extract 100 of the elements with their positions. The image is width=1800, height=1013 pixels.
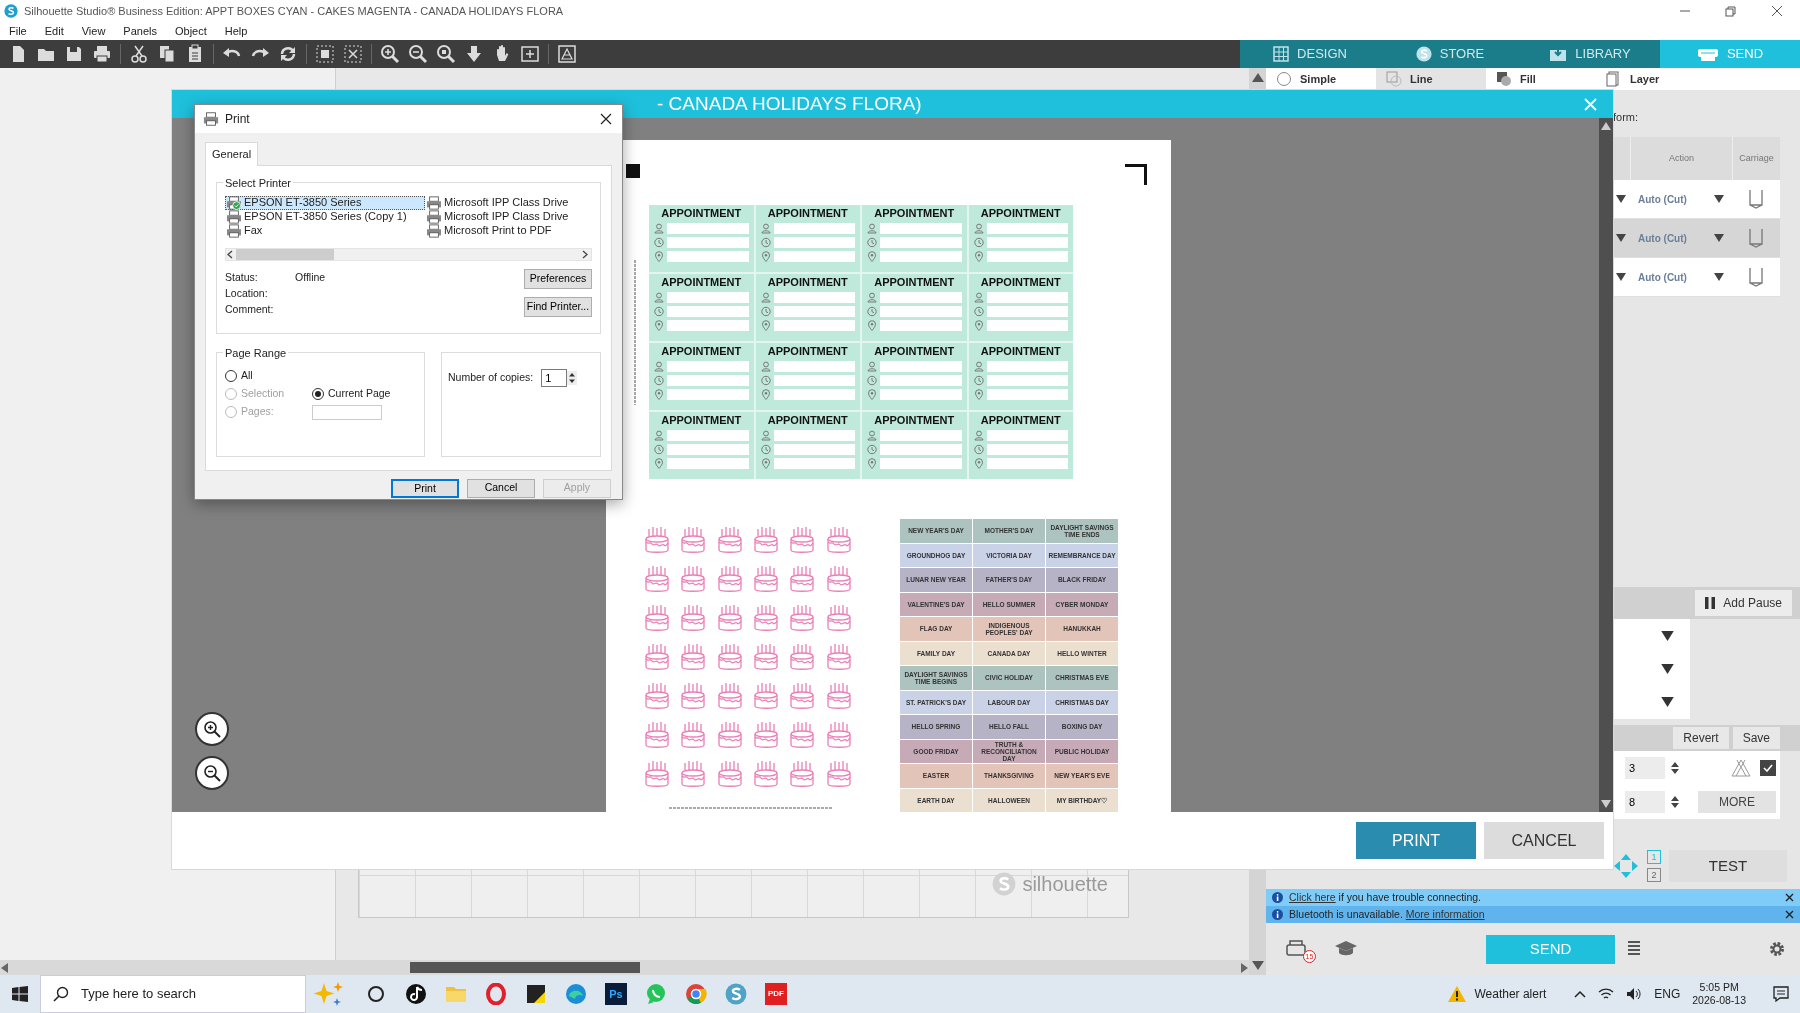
horizontal-scrollbar[interactable] <box>225 247 592 261</box>
test-button[interactable]: TEST <box>1669 850 1787 882</box>
printer-item[interactable]: Microsoft IPP Class Drive <box>425 195 597 210</box>
pages-field[interactable] <box>312 404 382 420</box>
radio-circle[interactable] <box>225 370 237 382</box>
start-icon[interactable] <box>12 986 28 1002</box>
add-pause-button[interactable]: Add Pause <box>1695 590 1792 616</box>
notification-icon[interactable] <box>1772 985 1790 1003</box>
save-icon[interactable] <box>64 44 84 64</box>
list-icon[interactable] <box>1627 940 1641 958</box>
swirl-icon[interactable] <box>565 983 587 1005</box>
style-tab[interactable]: Line <box>1376 68 1486 90</box>
radio-option[interactable]: Current Page <box>312 386 422 402</box>
dropdown-caret-icon[interactable] <box>1714 234 1724 242</box>
clock-time[interactable]: 5:05 PM <box>1692 981 1746 994</box>
frame-icon[interactable] <box>520 44 540 64</box>
ungroup-icon[interactable] <box>343 44 363 64</box>
radio-circle[interactable] <box>312 388 324 400</box>
save-button[interactable]: Save <box>1732 727 1780 749</box>
zoom-out-icon[interactable] <box>203 764 221 782</box>
zoom-box-icon[interactable] <box>436 44 456 64</box>
vertical-scrollbar[interactable] <box>1599 118 1613 812</box>
number-field[interactable]: 3 <box>1625 757 1665 779</box>
rotate-icon[interactable] <box>278 44 298 64</box>
dialog-button[interactable]: Cancel <box>467 478 535 498</box>
checkbox[interactable] <box>1760 760 1776 776</box>
dialog-button[interactable]: Print <box>391 478 459 498</box>
restore-icon[interactable] <box>1723 5 1739 17</box>
printer-item[interactable]: Microsoft Print to PDF <box>425 223 597 238</box>
down-arrow-icon[interactable] <box>464 44 484 64</box>
zoom-in-icon[interactable] <box>203 720 221 738</box>
menu-item[interactable]: Help <box>215 22 257 40</box>
zoom-out-button[interactable] <box>195 756 229 790</box>
wheel-icon[interactable] <box>685 983 707 1005</box>
page-number[interactable]: 2 <box>1647 868 1661 882</box>
speaker-icon[interactable] <box>1626 987 1643 1001</box>
group-icon[interactable] <box>315 44 335 64</box>
more-button[interactable]: MORE <box>1698 791 1776 813</box>
menu-item[interactable]: Edit <box>35 22 73 40</box>
search-bar[interactable]: Type here to search <box>40 975 306 1013</box>
menu-item[interactable]: Object <box>166 22 216 40</box>
zoom-in-icon[interactable] <box>380 44 400 64</box>
spinner-arrows-icon[interactable] <box>567 370 578 385</box>
search-field[interactable]: Type here to search <box>79 983 299 1005</box>
settings-icon[interactable] <box>1768 940 1786 958</box>
warning-icon[interactable] <box>1448 986 1467 1002</box>
chevron-up-icon[interactable] <box>1574 990 1587 998</box>
notice-link[interactable]: Click here <box>1289 890 1336 903</box>
printer-item[interactable]: EPSON ET-3850 Series (Copy 1) <box>225 209 425 224</box>
dropdown-caret-icon[interactable] <box>1714 273 1724 281</box>
preferences-button[interactable]: Preferences <box>524 268 592 289</box>
menu-item[interactable]: Panels <box>114 22 166 40</box>
close-icon[interactable] <box>600 113 612 125</box>
dropdown-caret-icon[interactable] <box>1661 664 1674 674</box>
horizontal-scrollbar[interactable] <box>0 960 1249 975</box>
circle-icon[interactable] <box>365 983 387 1005</box>
printer-item[interactable]: EPSON ET-3850 Series <box>225 195 425 210</box>
dropdown-caret-icon[interactable] <box>1661 630 1674 641</box>
spinner-arrows-icon[interactable] <box>1671 761 1679 775</box>
cancel-button[interactable]: CANCEL <box>1484 822 1604 859</box>
notice-link[interactable]: More information <box>1405 907 1485 920</box>
down-arrow-icon[interactable] <box>1601 800 1611 808</box>
app-icon[interactable]: PDF <box>765 983 787 1005</box>
mode-tab[interactable]: STORE <box>1380 40 1520 68</box>
caret-icon[interactable] <box>1616 273 1626 281</box>
close-icon[interactable] <box>1785 893 1794 902</box>
wifi-icon[interactable] <box>1598 987 1615 1001</box>
s-logo-icon[interactable] <box>725 983 747 1005</box>
print-icon[interactable] <box>92 44 112 64</box>
print-button[interactable]: PRINT <box>1356 822 1476 859</box>
up-arrow-icon[interactable] <box>1251 72 1264 82</box>
caret-icon[interactable] <box>1616 234 1626 242</box>
scissors-icon[interactable] <box>129 44 149 64</box>
left-arrow-icon[interactable] <box>0 962 10 973</box>
copies-field[interactable]: 1 <box>541 368 568 387</box>
printer-item[interactable]: Microsoft IPP Class Drive <box>425 209 597 224</box>
mode-tab[interactable]: LIBRARY <box>1520 40 1660 68</box>
close-icon[interactable] <box>1769 5 1785 17</box>
menu-item[interactable]: View <box>72 22 115 40</box>
action-row[interactable]: Auto (Cut) <box>1613 258 1780 297</box>
zoom-in-button[interactable] <box>195 712 229 746</box>
down-arrow-icon[interactable] <box>1251 961 1264 971</box>
right-arrow-icon[interactable] <box>1239 962 1249 973</box>
zoom-out-icon[interactable] <box>408 44 428 64</box>
revert-button[interactable]: Revert <box>1673 727 1729 749</box>
copy-icon[interactable] <box>157 44 177 64</box>
menu-item[interactable]: File <box>0 22 36 40</box>
language-indicator[interactable]: ENG <box>1654 985 1681 1003</box>
mode-tab[interactable]: DESIGN <box>1240 40 1380 68</box>
caret-icon[interactable] <box>1616 195 1626 203</box>
find-printer-button[interactable]: Find Printer... <box>524 296 592 317</box>
music-note-icon[interactable] <box>405 983 427 1005</box>
note-icon[interactable] <box>525 983 547 1005</box>
close-icon[interactable] <box>1785 910 1794 919</box>
ring-icon[interactable] <box>485 983 507 1005</box>
clock-date[interactable]: 2026-08-13 <box>1692 994 1746 1007</box>
printer-item[interactable]: Fax <box>225 223 425 238</box>
app-icon[interactable]: Ps <box>605 983 627 1005</box>
spinner-arrows-icon[interactable] <box>1671 795 1679 809</box>
dropdown-caret-icon[interactable] <box>1714 195 1724 203</box>
